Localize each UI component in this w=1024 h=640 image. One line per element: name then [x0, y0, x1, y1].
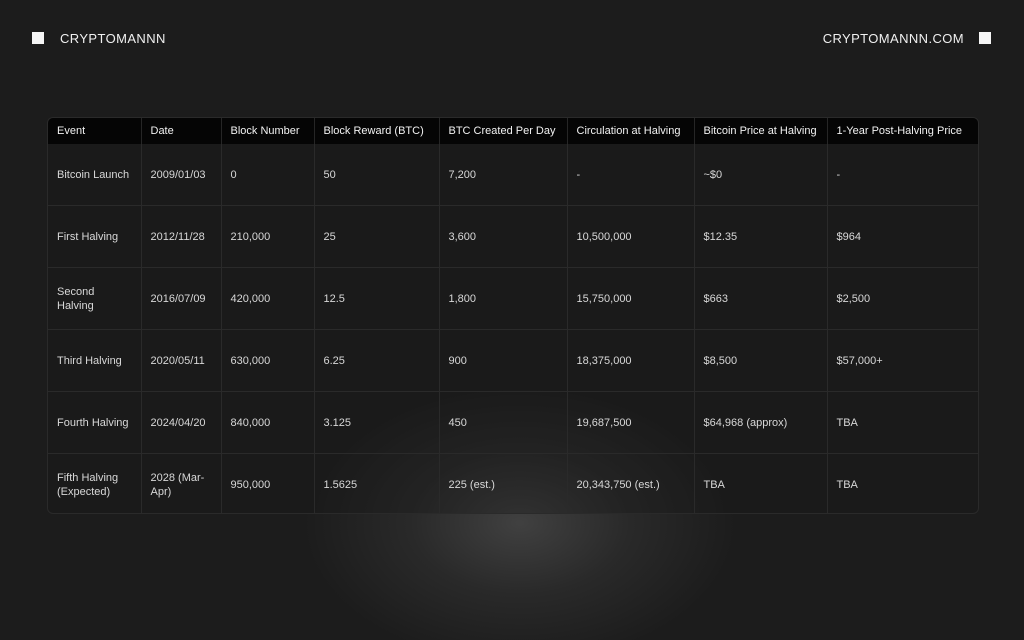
table-cell: 6.25	[314, 329, 440, 392]
table-cell: 2009/01/03	[141, 144, 222, 206]
table-cell: First Halving	[48, 205, 142, 268]
table-row: First Halving 2012/11/28 210,000 25 3,60…	[48, 205, 978, 268]
table-row: Bitcoin Launch 2009/01/03 0 50 7,200 - ~…	[48, 144, 978, 206]
table-cell: 15,750,000	[567, 267, 695, 330]
table-cell: TBA	[694, 453, 828, 513]
table-cell: 2028 (Mar-Apr)	[141, 453, 222, 513]
table-row: Fifth Halving (Expected) 2028 (Mar-Apr) …	[48, 453, 978, 513]
table-cell: TBA	[827, 453, 978, 513]
table-cell: 3.125	[314, 391, 440, 454]
column-header: Event	[48, 118, 142, 144]
column-header: Block Reward (BTC)	[314, 118, 440, 144]
table-cell: 2016/07/09	[141, 267, 222, 330]
column-header: 1-Year Post-Halving Price	[827, 118, 978, 144]
table-cell: 950,000	[221, 453, 315, 513]
table-cell: 18,375,000	[567, 329, 695, 392]
table-cell: 19,687,500	[567, 391, 695, 454]
table-cell: 2012/11/28	[141, 205, 222, 268]
table-cell: TBA	[827, 391, 978, 454]
table-cell: 1.5625	[314, 453, 440, 513]
table-cell: 7,200	[439, 144, 568, 206]
table-cell: 2020/05/11	[141, 329, 222, 392]
table-cell: 3,600	[439, 205, 568, 268]
brand-name: CRYPTOMANNN	[60, 31, 166, 46]
table-cell: 450	[439, 391, 568, 454]
halving-table-container: Event Date Block Number Block Reward (BT…	[47, 117, 979, 514]
table-cell: 840,000	[221, 391, 315, 454]
column-header: Bitcoin Price at Halving	[694, 118, 828, 144]
table-cell: $8,500	[694, 329, 828, 392]
table-cell: $57,000+	[827, 329, 978, 392]
table-row: Second Halving 2016/07/09 420,000 12.5 1…	[48, 267, 978, 330]
header: CRYPTOMANNN CRYPTOMANNN.COM	[0, 0, 1024, 80]
table-cell: ~$0	[694, 144, 828, 206]
table-cell: $12.35	[694, 205, 828, 268]
square-icon	[32, 32, 44, 44]
table-cell: Second Halving	[48, 267, 142, 330]
table-row: Fourth Halving 2024/04/20 840,000 3.125 …	[48, 391, 978, 454]
table-cell: 420,000	[221, 267, 315, 330]
table-cell: 1,800	[439, 267, 568, 330]
table-cell: 900	[439, 329, 568, 392]
column-header: Date	[141, 118, 222, 144]
table-row: Third Halving 2020/05/11 630,000 6.25 90…	[48, 329, 978, 392]
table-cell: 630,000	[221, 329, 315, 392]
table-cell: 2024/04/20	[141, 391, 222, 454]
table-cell: -	[567, 144, 695, 206]
table-cell: 25	[314, 205, 440, 268]
table-cell: 50	[314, 144, 440, 206]
table-cell: $64,968 (approx)	[694, 391, 828, 454]
table-cell: $2,500	[827, 267, 978, 330]
table-cell: Fourth Halving	[48, 391, 142, 454]
table-cell: 225 (est.)	[439, 453, 568, 513]
table-cell: Fifth Halving (Expected)	[48, 453, 142, 513]
column-header: Circulation at Halving	[567, 118, 695, 144]
table-cell: -	[836, 168, 841, 181]
table-cell: $964	[827, 205, 978, 268]
square-icon	[979, 32, 991, 44]
table-cell: 10,500,000	[567, 205, 695, 268]
table-cell: Bitcoin Launch	[48, 144, 142, 206]
halving-table: Event Date Block Number Block Reward (BT…	[48, 118, 978, 513]
table-cell: 12.5	[314, 267, 440, 330]
table-header-row: Event Date Block Number Block Reward (BT…	[48, 118, 978, 144]
table-cell: $663	[694, 267, 828, 330]
column-header: BTC Created Per Day	[439, 118, 568, 144]
table-cell: Third Halving	[48, 329, 142, 392]
column-header: Block Number	[221, 118, 315, 144]
brand-website: CRYPTOMANNN.COM	[822, 31, 964, 46]
table-cell: 210,000	[221, 205, 315, 268]
table-cell: 0	[221, 144, 315, 206]
table-cell: 20,343,750 (est.)	[567, 453, 695, 513]
